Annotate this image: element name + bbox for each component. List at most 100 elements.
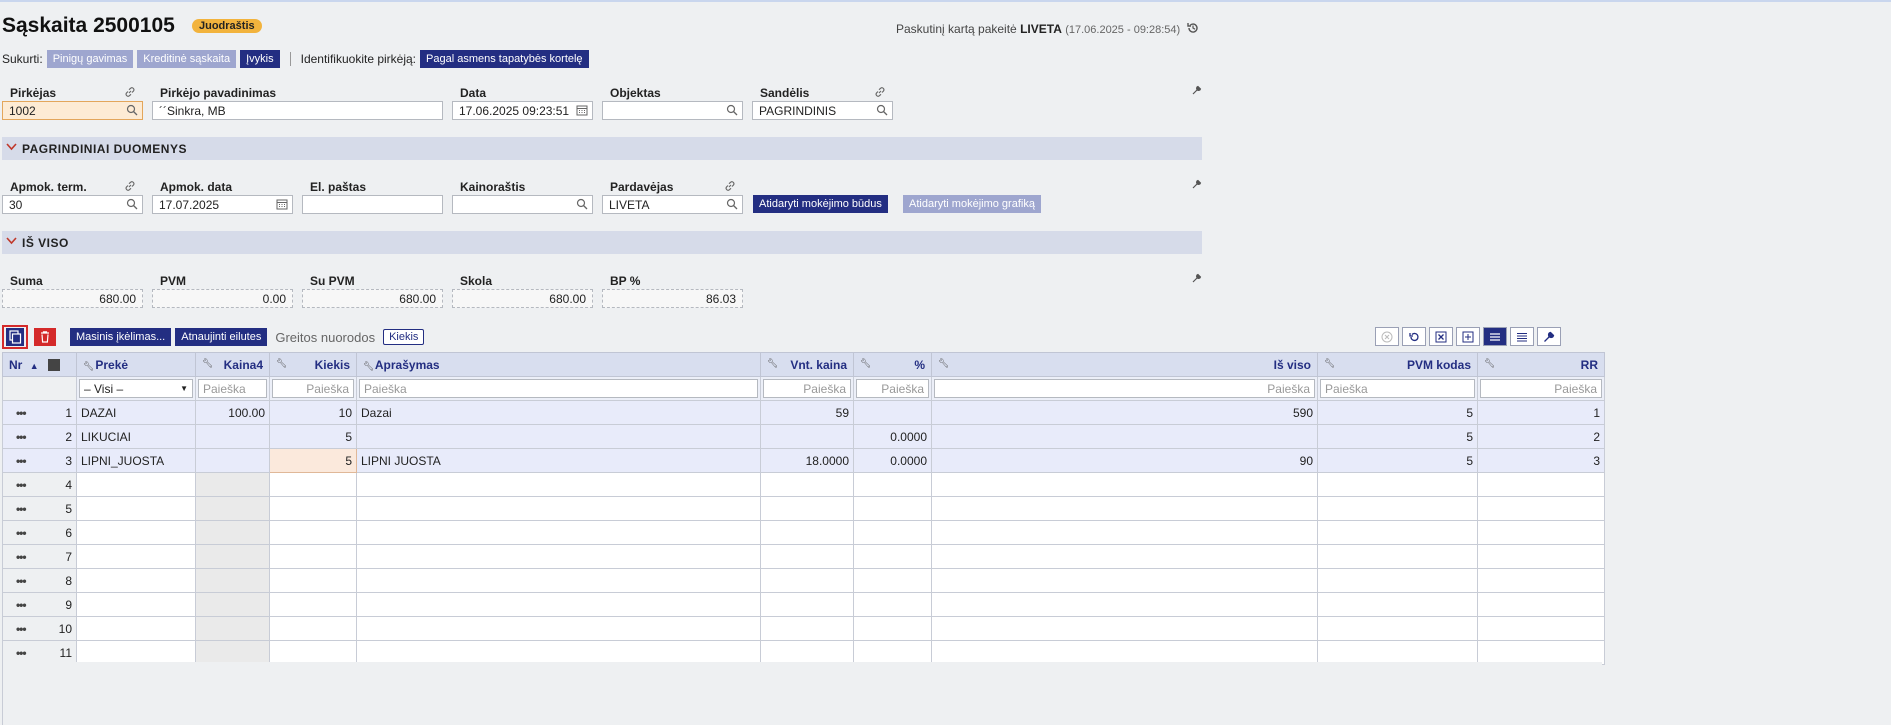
mass-import-button[interactable]: Masinis įkėlimas... [70,328,172,346]
cell-price4[interactable] [195,640,270,665]
cell-desc[interactable] [356,568,761,593]
cell-desc[interactable] [356,592,761,617]
cell-desc[interactable]: Dazai [356,400,761,425]
identify-by-id-button[interactable]: Pagal asmens tapatybės kortelę [420,50,589,68]
wrench-icon[interactable] [1192,85,1202,95]
filter-pct[interactable]: Paieška [853,376,932,401]
collapse-all-icon[interactable] [47,359,60,372]
filter-desc[interactable]: Paieška [356,376,761,401]
object-input[interactable] [602,101,743,120]
cell-unit-price[interactable] [760,424,854,449]
cell-item[interactable] [76,592,196,617]
cell-desc[interactable] [356,424,761,449]
filter-vat-input[interactable]: Paieška [1320,379,1475,398]
cell-unit-price[interactable] [760,640,854,665]
col-qty[interactable]: 🔧︎ Kiekis [269,352,357,377]
filter-pct-input[interactable]: Paieška [856,379,929,398]
cell-price4[interactable]: 100.00 [195,400,270,425]
cell-item[interactable] [76,472,196,497]
link-icon[interactable] [124,180,136,192]
cell-price4[interactable] [195,568,270,593]
expand-button[interactable] [1456,327,1480,346]
cell-rr[interactable]: 3 [1477,448,1605,473]
cell-rr[interactable]: 1 [1477,400,1605,425]
cell-qty[interactable]: 10 [269,400,357,425]
view-list-button[interactable] [1510,327,1534,346]
wrench-icon[interactable] [1192,273,1202,283]
cell-price4[interactable] [195,496,270,521]
cell-rr[interactable] [1477,496,1605,521]
copy-row-button[interactable] [2,325,28,349]
cell-item[interactable]: LIKUCIAI [76,424,196,449]
cell-qty[interactable] [269,472,357,497]
calendar-icon[interactable] [276,198,288,210]
cell-total[interactable] [931,568,1318,593]
date-input[interactable]: 17.06.2025 09:23:51 [452,101,593,120]
cell-rr[interactable] [1477,472,1605,497]
table-row[interactable]: ••• 1 DAZAI 100.00 10 Dazai 59 590 5 1 [2,400,1605,425]
search-icon[interactable] [726,104,738,116]
table-row[interactable]: ••• 7 [2,544,1605,569]
cell-pct[interactable] [853,496,932,521]
col-desc[interactable]: 🔧︎ Aprašymas [356,352,761,377]
seller-input[interactable]: LIVETA [602,195,743,214]
calendar-icon[interactable] [576,104,588,116]
cell-desc[interactable] [356,616,761,641]
cell-unit-price[interactable]: 18.0000 [760,448,854,473]
cell-price4[interactable] [195,472,270,497]
cell-total[interactable] [931,616,1318,641]
cell-qty[interactable] [269,640,357,665]
cell-price4[interactable] [195,520,270,545]
cell-vat-code[interactable] [1317,544,1478,569]
col-rr[interactable]: 🔧︎ RR [1477,352,1605,377]
table-row[interactable]: ••• 11 [2,640,1605,665]
col-price4[interactable]: 🔧︎ Kaina4 [195,352,270,377]
cell-vat-code[interactable]: 5 [1317,448,1478,473]
pay-date-input[interactable]: 17.07.2025 [152,195,293,214]
cell-rr[interactable] [1477,544,1605,569]
cell-unit-price[interactable] [760,568,854,593]
cell-price4[interactable] [195,424,270,449]
section-main-data[interactable]: PAGRINDINIAI DUOMENYS [2,137,1202,160]
cell-pct[interactable] [853,544,932,569]
cell-qty[interactable] [269,616,357,641]
cell-qty[interactable] [269,592,357,617]
filter-item[interactable]: – Visi – ▼ [76,376,196,401]
filter-desc-input[interactable]: Paieška [359,379,758,398]
search-icon[interactable] [726,198,738,210]
cell-price4[interactable] [195,544,270,569]
cell-rr[interactable] [1477,568,1605,593]
cell-rr[interactable] [1477,616,1605,641]
table-row[interactable]: ••• 3 LIPNI_JUOSTA 5 LIPNI JUOSTA 18.0000 0.00… [2,448,1605,473]
cell-total[interactable]: 90 [931,448,1318,473]
cell-pct[interactable] [853,472,932,497]
row-menu-icon[interactable]: ••• [2,424,39,449]
section-totals[interactable]: IŠ VISO [2,231,1202,254]
cell-price4[interactable] [195,616,270,641]
cell-vat-code[interactable] [1317,616,1478,641]
cell-vat-code[interactable] [1317,568,1478,593]
filter-rr[interactable]: Paieška [1477,376,1605,401]
cell-desc[interactable] [356,520,761,545]
cell-pct[interactable] [853,400,932,425]
cell-qty[interactable] [269,568,357,593]
cell-qty[interactable] [269,520,357,545]
payment-receipt-button[interactable]: Pinigų gavimas [46,50,134,68]
col-total[interactable]: 🔧︎ Iš viso [931,352,1318,377]
clear-filter-button[interactable] [1375,327,1399,346]
cell-unit-price[interactable] [760,472,854,497]
cell-item[interactable]: LIPNI_JUOSTA [76,448,196,473]
cell-desc[interactable] [356,472,761,497]
cell-total[interactable] [931,520,1318,545]
row-menu-icon[interactable]: ••• [2,568,39,593]
cell-qty[interactable]: 5 [269,448,357,473]
cell-unit-price[interactable] [760,544,854,569]
cell-qty[interactable]: 5 [269,424,357,449]
wrench-icon[interactable] [1192,179,1202,189]
cell-item[interactable] [76,640,196,665]
refresh-rows-button[interactable]: Atnaujinti eilutes [175,328,268,346]
col-vat-code[interactable]: 🔧︎ PVM kodas [1317,352,1478,377]
cell-pct[interactable] [853,616,932,641]
cell-total[interactable] [931,544,1318,569]
cell-total[interactable] [931,424,1318,449]
